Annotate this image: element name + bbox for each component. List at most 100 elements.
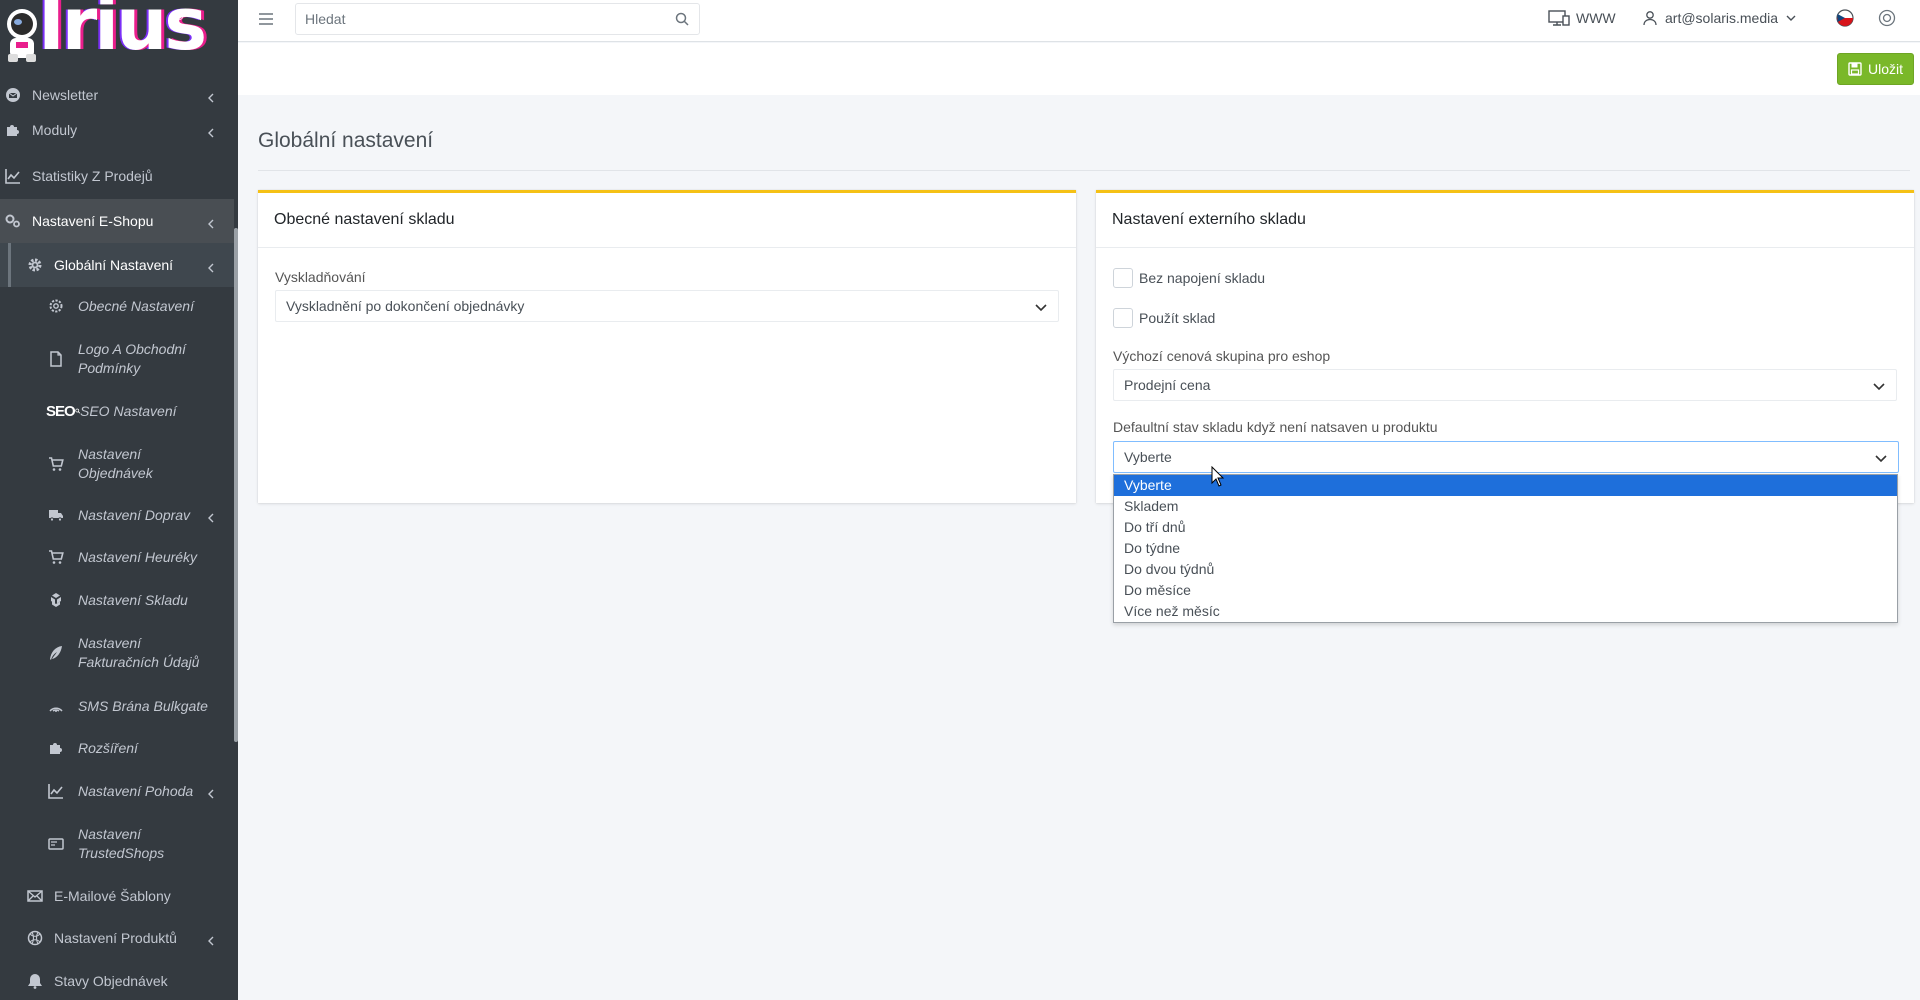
chevron-left-icon [206,260,216,273]
sidebar-item-label: Rozšíření [78,739,138,756]
checkbox-label: Bez napojení skladu [1139,270,1266,286]
no-stock-connection-checkbox[interactable]: Bez napojení skladu [1113,268,1265,288]
stock-state-dropdown-list: Vyberte Skladem Do tří dnů Do týdne Do dvou … [1113,474,1898,623]
sidebar-item-5[interactable]: Globální Nastavení [0,243,234,287]
checkbox-box[interactable] [1113,268,1133,288]
checkbox-label: Použít sklad [1139,310,1216,326]
chevron-left-icon [206,216,216,229]
use-stock-checkbox[interactable]: Použít sklad [1113,308,1215,328]
user-email: art@solaris.media [1665,10,1779,26]
sidebar-item-19[interactable]: Nastavení Produktů [0,919,234,957]
signal-icon [46,696,66,716]
power-icon[interactable] [1878,9,1896,27]
dropdown-option[interactable]: Do tří dnů [1114,517,1897,538]
card-external-stock-settings: Nastavení externího skladu Bez napojení … [1096,190,1914,503]
top-navbar: WWW art@solaris.media [238,0,1920,42]
sidebar-item-label: Globální Nastavení [54,256,174,273]
sidebar-item-11[interactable]: Nastavení Heuréky [0,538,234,576]
dropdown-option[interactable]: Do týdne [1114,538,1897,559]
dropdown-option[interactable]: Do měsíce [1114,580,1897,601]
chevron-down-icon [1873,383,1885,391]
cart-icon [46,454,66,474]
price-group-label: Výchozí cenová skupina pro eshop [1113,348,1331,364]
feather-icon [46,643,66,663]
chevron-down-icon [1035,304,1047,312]
sidebar-item-15[interactable]: Rozšíření [0,729,234,767]
chevron-down-icon [1786,15,1796,21]
sidebar-item-13[interactable]: Nastavení Fakturačních Údajů [0,624,234,682]
brand-logo[interactable]: Irius ® [0,0,238,76]
language-flag-icon[interactable] [1836,9,1854,27]
www-link[interactable]: WWW [1548,0,1616,36]
chevron-left-icon [206,510,216,523]
truck-icon [46,505,66,525]
sidebar-item-14[interactable]: SMS Brána Bulkgate [0,687,234,725]
chevron-left-icon [206,125,216,138]
dispatch-select[interactable]: Vyskladnění po dokončení objednávky [275,290,1059,322]
www-label: WWW [1576,10,1616,26]
sidebar-item-10[interactable]: Nastavení Doprav [0,496,234,534]
sidebar-item-label: Newsletter [32,86,99,103]
sidebar-item-label: Nastavení Skladu [78,591,188,608]
price-group-select[interactable]: Prodejní cena [1113,369,1897,401]
chart-line-icon [46,781,66,801]
puzzle-icon [46,738,66,758]
sidebar-item-label: Nastavení Produktů [54,929,177,946]
sidebar-item-label: Nastavení Heuréky [78,548,198,565]
chevron-left-icon [206,786,216,799]
default-stock-state-select[interactable]: Vyberte [1113,441,1899,473]
dropdown-option[interactable]: Více než měsíc [1114,601,1897,622]
sidebar-item-1[interactable]: Newsletter [0,76,234,114]
search-box [295,3,700,35]
sidebar-item-label: Statistiky Z Prodejů [32,167,153,184]
sidebar-scrollbar[interactable] [234,228,238,742]
boxes-icon [46,590,66,610]
sidebar-item-12[interactable]: Nastavení Skladu [0,581,234,619]
sidebar-item-label: Nastavení Pohoda [78,782,194,799]
puzzle-icon [3,120,23,140]
sidebar-item-4[interactable]: Nastavení E-Shopu [0,199,234,243]
card-title: Nastavení externího skladu [1096,193,1914,248]
dropdown-option[interactable]: Do dvou týdnů [1114,559,1897,580]
sidebar-item-6[interactable]: Obecné Nastavení [0,287,234,325]
logo-registered-mark: ® [174,8,184,23]
sidebar-item-label: SEO Nastavení [80,402,177,419]
sidebar-item-18[interactable]: E-Mailové Šablony [0,877,234,915]
sidebar-item-label: E-Mailové Šablony [54,887,171,904]
sidebar-item-20[interactable]: Stavy Objednávek [0,962,234,1000]
default-stock-state-label: Defaultní stav skladu když není natsaven… [1113,419,1438,435]
sidebar-item-label: Nastavení E-Shopu [32,212,154,229]
seo-icon: SEO [46,401,80,421]
card-icon [46,834,66,854]
floppy-disk-icon [1848,62,1862,76]
card-general-stock-settings: Obecné nastavení skladu Vyskladňování Vy… [258,190,1076,503]
chevron-left-icon [206,933,216,946]
price-group-select-value: Prodejní cena [1124,377,1211,393]
cart-icon [46,547,66,567]
search-icon[interactable] [675,12,689,26]
globe-icon [25,928,45,948]
sidebar-item-7[interactable]: Logo A Obchodní Podmínky [0,330,234,388]
file-icon [46,349,66,369]
sidebar: Irius ® Newsletter Moduly Statistiky Z Pro… [0,0,238,1000]
sidebar-item-17[interactable]: Nastavení TrustedShops [0,815,234,873]
sidebar-item-label: SMS Brána Bulkgate [78,697,208,714]
search-input[interactable] [296,4,656,34]
sidebar-item-8[interactable]: SEO SEO Nastavení [0,392,234,430]
sidebar-item-16[interactable]: Nastavení Pohoda [0,772,234,810]
sidebar-item-2[interactable]: Moduly [0,111,234,149]
save-label: Uložit [1867,61,1903,77]
save-button[interactable]: Uložit [1836,53,1914,85]
chevron-down-icon [1875,455,1887,463]
cogs-icon [3,211,23,231]
sidebar-item-3[interactable]: Statistiky Z Prodejů [0,157,234,195]
hamburger-menu-icon[interactable] [258,11,274,27]
action-bar: Uložit [238,43,1920,95]
user-menu[interactable]: art@solaris.media [1643,0,1796,36]
sidebar-item-9[interactable]: Nastavení Objednávek [0,435,234,493]
dropdown-option[interactable]: Skladem [1114,496,1897,517]
page-title: Globální nastavení [258,129,434,152]
chevron-left-icon [206,90,216,103]
checkbox-box[interactable] [1113,308,1133,328]
dropdown-option[interactable]: Vyberte [1114,475,1897,496]
